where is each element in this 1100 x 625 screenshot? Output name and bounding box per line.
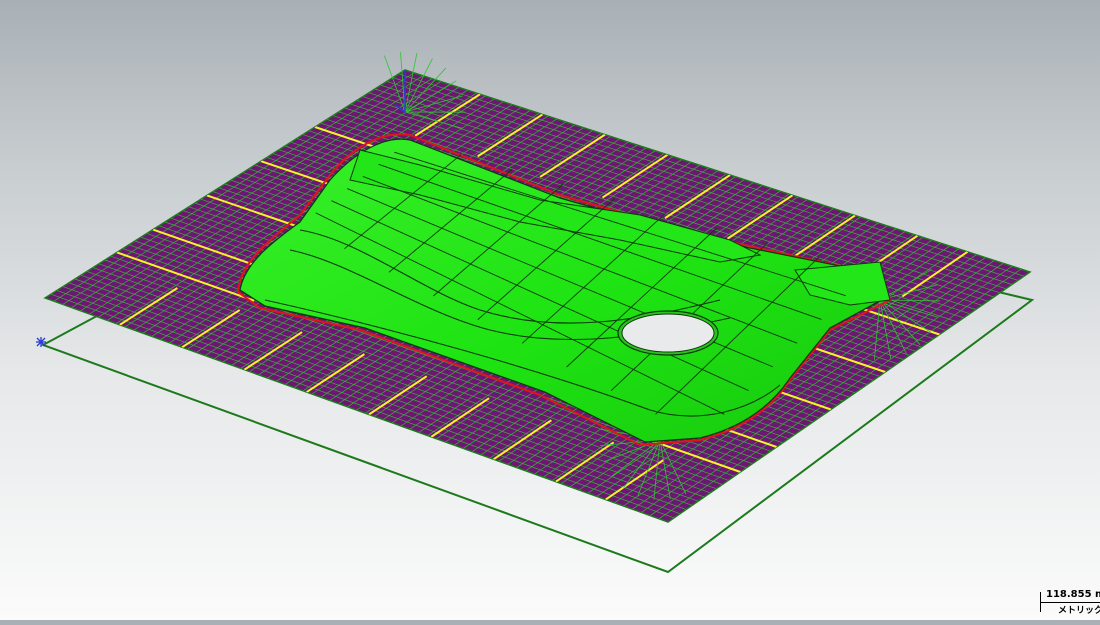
model-canvas xyxy=(0,0,1100,620)
3d-viewport[interactable] xyxy=(0,0,1100,620)
scale-units: メトリック xyxy=(1058,603,1100,616)
origin-marker-icon xyxy=(36,337,46,347)
part-hole xyxy=(618,311,718,355)
scale-bar: 118.855 m メトリック xyxy=(1038,589,1100,617)
scale-value: 118.855 m xyxy=(1046,589,1100,600)
